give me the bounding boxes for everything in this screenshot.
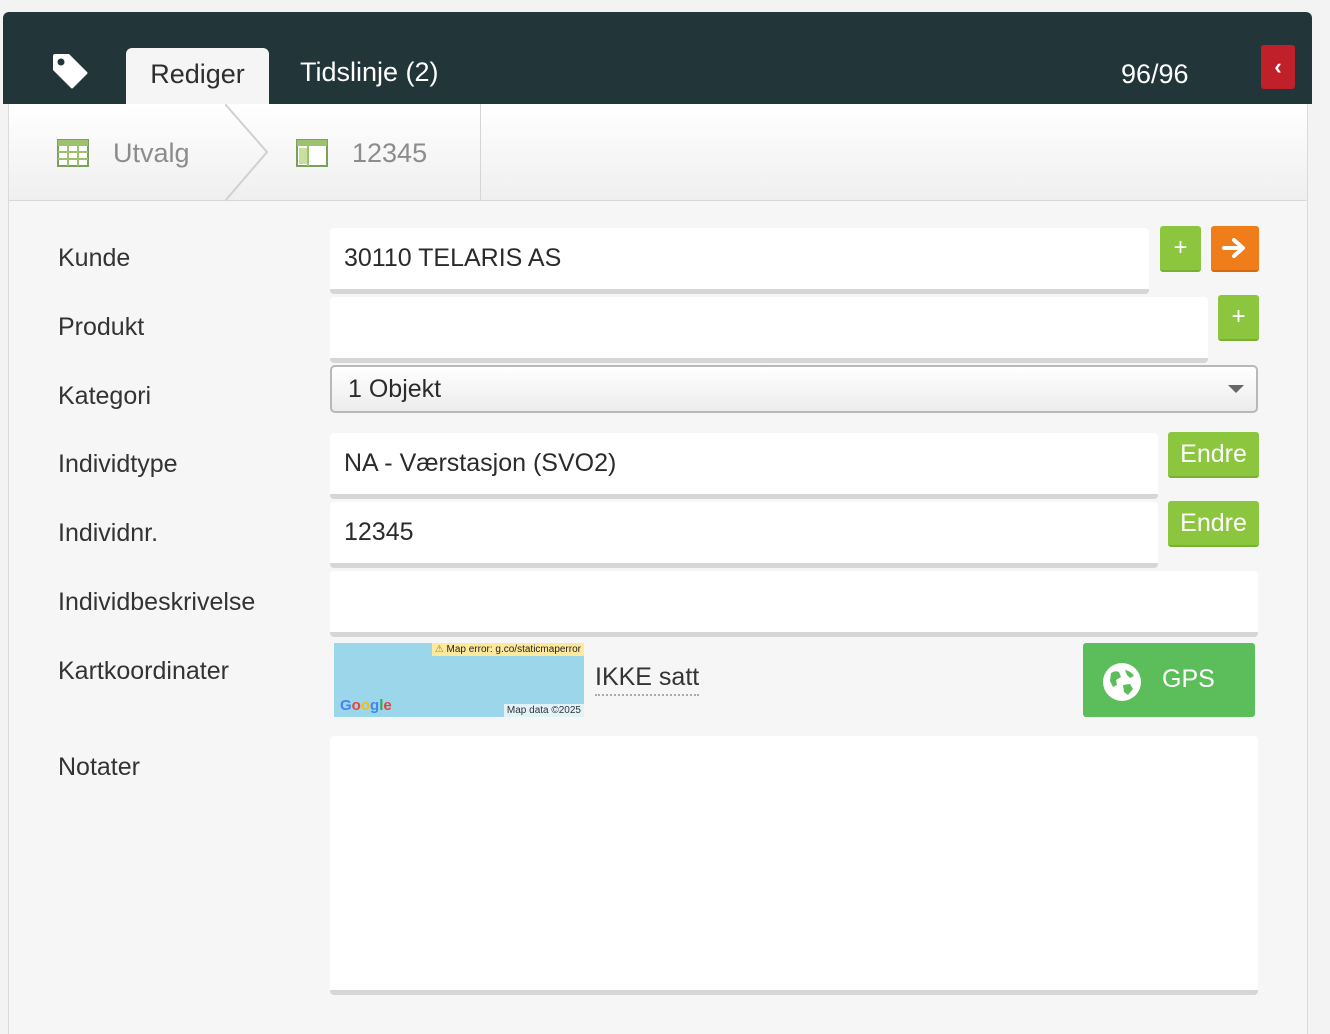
kategori-select[interactable]: 1 Objekt	[330, 365, 1258, 413]
gps-label: GPS	[1162, 665, 1215, 693]
individtype-field[interactable]: NA - Værstasjon (SVO2)	[330, 433, 1158, 499]
kategori-value: 1 Objekt	[348, 374, 442, 403]
globe-icon	[1103, 663, 1141, 701]
coordinate-status[interactable]: IKKE satt	[595, 663, 700, 696]
kunde-field[interactable]: 30110 TELARIS AS	[330, 228, 1149, 294]
map-error-banner: ⚠ Map error: g.co/staticmaperror	[431, 643, 584, 656]
kunde-label: Kunde	[58, 244, 131, 272]
kategori-label: Kategori	[58, 382, 152, 410]
individnr-value: 12345	[344, 518, 414, 546]
add-kunde-button[interactable]: +	[1160, 226, 1201, 272]
goto-kunde-button[interactable]	[1211, 226, 1259, 272]
gps-button[interactable]: GPS	[1083, 643, 1255, 717]
breadcrumb: Utvalg 12345	[9, 104, 1307, 201]
kartkoordinater-label: Kartkoordinater	[58, 657, 229, 685]
record-counter: 96/96	[1121, 59, 1189, 89]
endre-individtype-button[interactable]: Endre	[1168, 432, 1259, 478]
breadcrumb-item-current[interactable]: 12345	[352, 138, 427, 169]
warning-icon: ⚠	[434, 644, 444, 655]
table-grid-icon	[57, 139, 89, 167]
breadcrumb-item-utvalg[interactable]: Utvalg	[113, 138, 190, 169]
produkt-field[interactable]	[330, 297, 1208, 363]
top-bar: Rediger Tidslinje (2) 96/96 ‹	[3, 12, 1312, 116]
tag-icon	[53, 54, 88, 89]
map-error-text: Map error: g.co/staticmaperror	[446, 644, 582, 655]
map-logo: Google	[340, 697, 392, 714]
map-attribution: Map data ©2025	[503, 704, 584, 717]
produkt-label: Produkt	[58, 313, 145, 341]
individbeskrivelse-label: Individbeskrivelse	[58, 588, 256, 616]
endre-individtype-label: Endre	[1180, 439, 1247, 468]
kunde-value: 30110 TELARIS AS	[344, 244, 562, 272]
individtype-label: Individtype	[58, 450, 178, 478]
individbeskrivelse-field[interactable]	[330, 571, 1258, 637]
map-preview[interactable]: ⚠ Map error: g.co/staticmaperror Google …	[334, 643, 584, 717]
notater-label: Notater	[58, 753, 140, 781]
add-kunde-label: +	[1173, 234, 1188, 261]
individnr-field[interactable]: 12345	[330, 502, 1158, 568]
notater-textarea[interactable]	[330, 736, 1258, 995]
tab-tidslinje[interactable]: Tidslinje (2)	[300, 57, 439, 88]
endre-individnr-button[interactable]: Endre	[1168, 501, 1259, 547]
arrow-right-icon	[1222, 238, 1245, 258]
endre-individnr-label: Endre	[1180, 508, 1247, 537]
individtype-value: NA - Værstasjon (SVO2)	[344, 449, 617, 477]
add-produkt-button[interactable]: +	[1218, 295, 1259, 341]
breadcrumb-end-divider	[480, 104, 481, 201]
form-panel: Utvalg 12345 Kunde 30110 TELARIS AS + Pr…	[8, 104, 1308, 1034]
chevron-down-icon	[1228, 385, 1244, 393]
table-detail-icon	[296, 139, 328, 167]
add-produkt-label: +	[1231, 303, 1246, 330]
individnr-label: Individnr.	[58, 519, 159, 547]
chevron-left-icon: ‹	[1274, 54, 1282, 79]
tab-rediger-label: Rediger	[150, 58, 245, 89]
collapse-button[interactable]: ‹	[1261, 45, 1295, 89]
breadcrumb-separator	[225, 104, 269, 201]
